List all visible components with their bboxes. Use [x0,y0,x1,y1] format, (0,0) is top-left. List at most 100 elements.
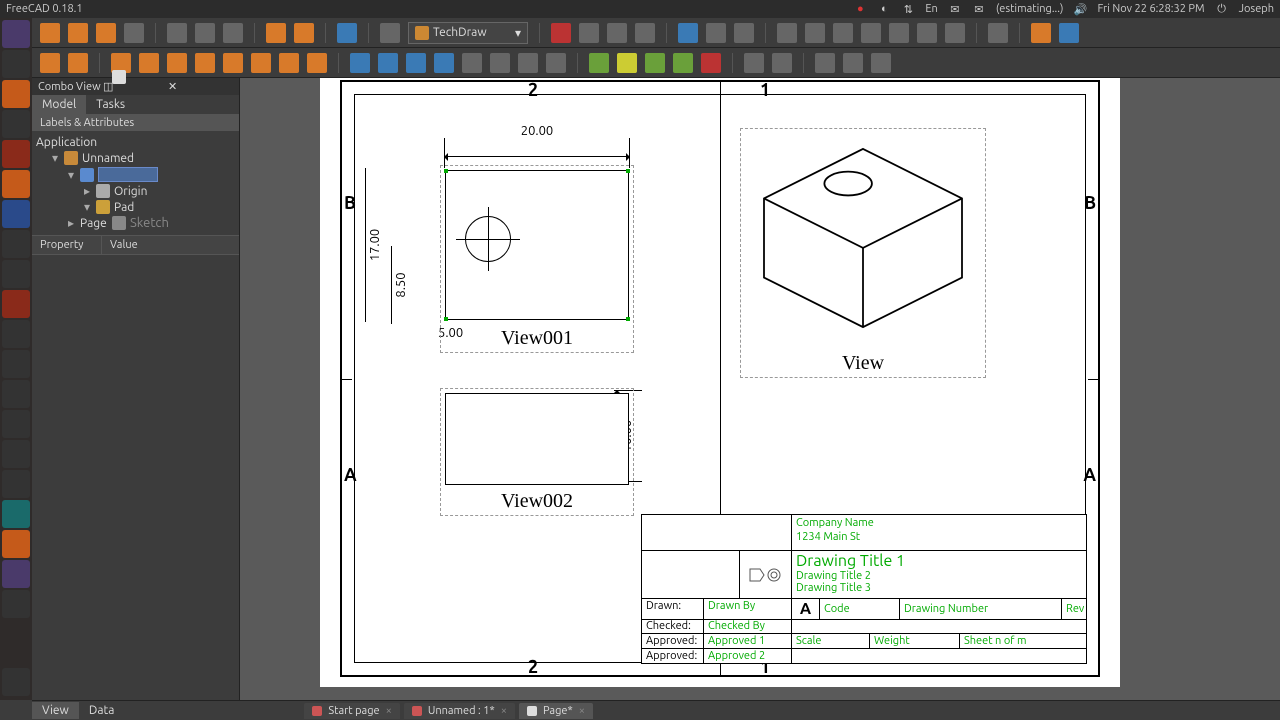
launcher-app3-icon[interactable] [2,230,30,258]
insert-detail-icon[interactable] [434,53,454,73]
dim-link-icon[interactable] [307,53,327,73]
symbol-icon[interactable] [645,53,665,73]
export-dxf-icon[interactable] [843,53,863,73]
view-left-icon[interactable] [945,23,965,43]
sync-icon[interactable]: ⇅ [901,2,915,16]
launcher-trash-icon[interactable] [2,668,30,696]
refresh-icon[interactable] [337,23,357,43]
tb-code[interactable]: Code [820,599,900,619]
tb-blank-cell[interactable] [642,551,740,598]
hatch-icon[interactable] [589,53,609,73]
user-name[interactable]: Joseph [1239,3,1274,15]
vertex-icon[interactable] [626,169,630,173]
tb-logo-cell[interactable] [642,515,792,550]
new-icon[interactable] [40,23,60,43]
group-icon[interactable] [1059,23,1079,43]
settings-icon[interactable]: ◐ [877,2,891,16]
insert-projgroup-icon[interactable] [378,53,398,73]
macro-stop-icon[interactable] [579,23,599,43]
close-tab-icon[interactable]: × [501,705,507,717]
doctab-start[interactable]: Start page× [304,703,399,719]
launcher-terminal-icon[interactable] [2,110,30,138]
insert-section-icon[interactable] [406,53,426,73]
draw-style-icon[interactable] [734,23,754,43]
redo-icon[interactable] [294,23,314,43]
undo-icon[interactable] [266,23,286,43]
launcher-app11-icon[interactable] [2,500,30,528]
insert-annotation-icon[interactable] [462,53,482,73]
collapse-icon[interactable]: ▾ [50,151,60,165]
launcher-files-icon[interactable] [2,50,30,78]
vertex-icon[interactable] [444,317,448,321]
launcher-app7-icon[interactable] [2,380,30,408]
collapse-icon[interactable]: ▾ [82,200,92,214]
toggle-frame-icon[interactable] [701,53,721,73]
hole-circle[interactable] [465,216,511,262]
dim-horiz-icon[interactable] [139,53,159,73]
expand-icon[interactable]: ▸ [82,184,92,198]
tb-title3[interactable]: Drawing Title 3 [796,582,1082,594]
tab-tasks[interactable]: Tasks [86,95,135,114]
launcher-app14-icon[interactable] [2,590,30,618]
tree-origin[interactable]: ▸Origin [32,183,239,199]
dim-angle-icon[interactable] [251,53,271,73]
paste-icon[interactable] [223,23,243,43]
dim-diameter-icon[interactable] [223,53,243,73]
launcher-freecad-icon[interactable] [2,140,30,168]
rename-input[interactable] [98,167,158,182]
tree-sketch[interactable]: Sketch [32,215,173,231]
tab-model[interactable]: Model [32,95,86,114]
vertex-icon[interactable] [626,317,630,321]
launcher-app12-icon[interactable] [2,530,30,558]
launcher-app5-icon[interactable] [2,290,30,318]
vertex-icon[interactable] [444,169,448,173]
tb-rev-letter[interactable]: A [792,599,820,619]
drawing-page[interactable]: 2 1 2 1 B A B A 20.00 17.00 8.50 5.00 [320,78,1120,687]
launcher-app13-icon[interactable] [2,560,30,588]
view-top-icon[interactable] [833,23,853,43]
save-icon[interactable] [96,23,116,43]
tree-pad[interactable]: ▾Pad [32,199,239,215]
launcher-app4-icon[interactable] [2,260,30,288]
view-label[interactable]: View001 [501,327,573,350]
clip-remove-icon[interactable] [772,53,792,73]
launcher-app10-icon[interactable] [2,470,30,498]
launcher-app6-icon[interactable] [2,350,30,378]
dim-width[interactable]: 20.00 [444,128,630,143]
print-icon[interactable] [124,23,144,43]
messages-icon[interactable]: ✉ [948,2,962,16]
tb-appr2[interactable]: Approved 2 [704,649,792,663]
clock[interactable]: Fri Nov 22 6:28:32 PM [1097,3,1204,15]
image-icon[interactable] [673,53,693,73]
insert-draft-icon[interactable] [490,53,510,73]
tb-sheet[interactable]: Sheet n of m [960,634,1086,648]
insert-view-icon[interactable] [350,53,370,73]
tb-appr1[interactable]: Approved 1 [704,634,792,648]
tree-application[interactable]: Application [32,135,239,150]
launcher-firefox-icon[interactable] [2,80,30,108]
insert-arch-icon[interactable] [518,53,538,73]
power-icon[interactable]: ⏻ [1215,2,1229,16]
view-front-icon[interactable] [805,23,825,43]
cursor-icon[interactable] [380,23,400,43]
tb-dwgnum[interactable]: Drawing Number [900,599,1062,619]
tb-weight[interactable]: Weight [870,634,960,648]
part-icon[interactable] [1031,23,1051,43]
volume-icon[interactable]: 🔊 [1073,2,1087,16]
close-panel-icon[interactable]: ✕ [168,80,233,93]
tab-view[interactable]: View [32,702,79,719]
clip-add-icon[interactable] [744,53,764,73]
macro-record-icon[interactable] [551,23,571,43]
launcher-clock-icon[interactable] [2,320,30,348]
tb-address[interactable]: 1234 Main St [796,530,1082,544]
cut-icon[interactable] [167,23,187,43]
tb-title1[interactable]: Drawing Title 1 [796,552,1082,570]
part-outline[interactable] [445,393,629,485]
tb-checked-by[interactable]: Checked By [704,619,792,633]
tb-projection-cell[interactable] [740,551,792,598]
drawing-canvas[interactable]: 2 1 2 1 B A B A 20.00 17.00 8.50 5.00 [240,78,1280,700]
macro-edit-icon[interactable] [607,23,627,43]
dim-vert-icon[interactable] [167,53,187,73]
close-tab-icon[interactable]: × [579,705,585,717]
new-page-icon[interactable] [40,53,60,73]
